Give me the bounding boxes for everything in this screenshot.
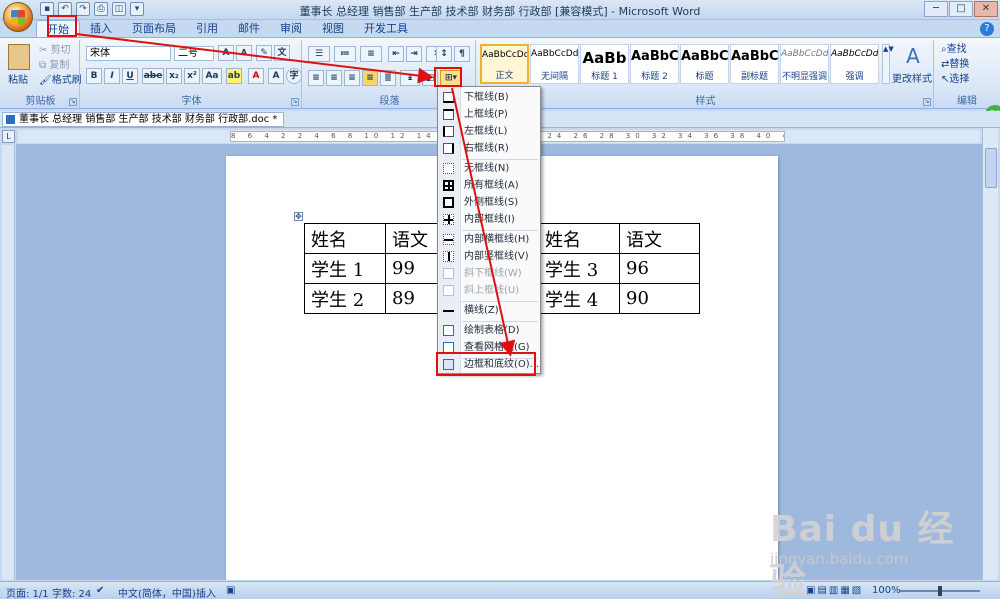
arrow-home-to-borders — [75, 33, 434, 84]
annotation-arrows — [75, 33, 516, 357]
arrow-borders-to-dialog — [451, 87, 516, 357]
